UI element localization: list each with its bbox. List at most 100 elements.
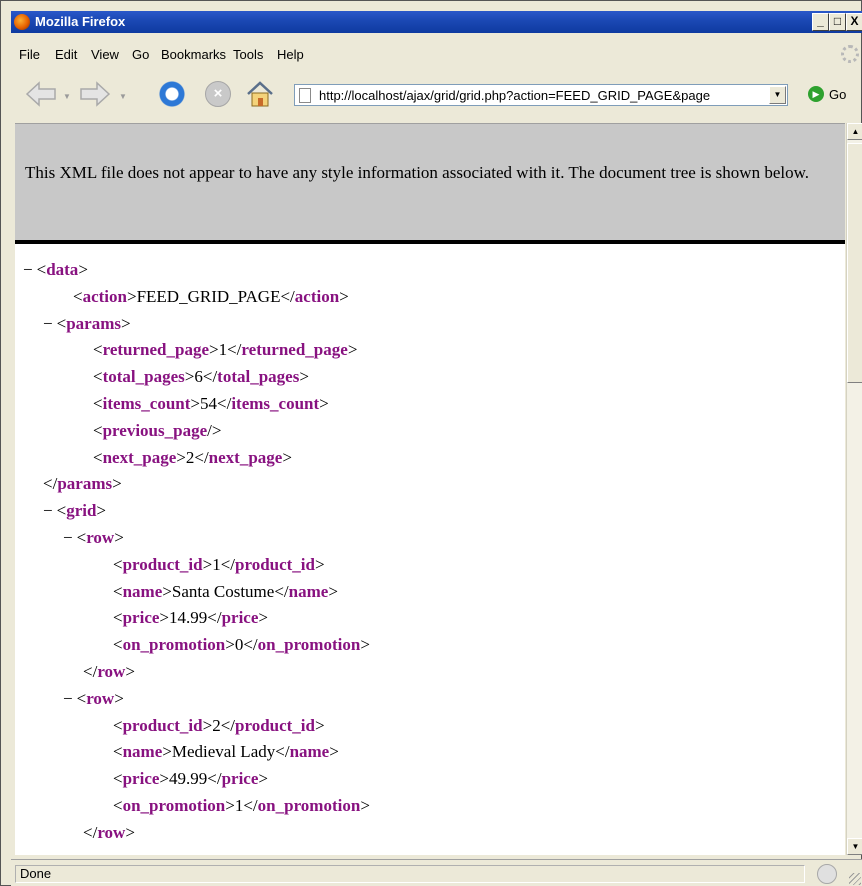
xml-line: − <params> (43, 314, 131, 334)
stop-icon[interactable]: × (205, 81, 231, 107)
scroll-down-button[interactable]: ▼ (847, 838, 862, 855)
xml-close-tag: </product_id> (220, 554, 325, 574)
scroll-up-button[interactable]: ▲ (847, 123, 862, 140)
minimize-button[interactable]: _ (812, 13, 829, 31)
xml-close-tag: </next_page> (194, 447, 292, 467)
status-text: Done (15, 865, 805, 883)
xml-line: </params> (43, 474, 122, 494)
menu-bookmarks[interactable]: Bookmarks (161, 47, 226, 62)
xml-close-tag: </on_promotion> (243, 796, 370, 815)
xml-open-tag: <action> (73, 286, 137, 306)
browser-window: Mozilla Firefox _ □ X File Edit View Go … (0, 0, 862, 886)
forward-icon[interactable] (79, 81, 111, 107)
xml-line: <items_count>54</items_count> (93, 394, 329, 414)
xml-close-tag: </items_count> (217, 394, 329, 413)
xml-line: </row> (83, 662, 135, 682)
close-button[interactable]: X (846, 13, 862, 31)
forward-dropdown-icon[interactable]: ▼ (119, 92, 127, 101)
window-title: Mozilla Firefox (35, 14, 126, 29)
xml-open-tag: </params> (43, 474, 122, 494)
page-content: This XML file does not appear to have an… (15, 123, 845, 855)
throbber-icon (841, 45, 859, 63)
menu-help[interactable]: Help (277, 47, 304, 62)
xml-open-tag: <price> (113, 769, 170, 789)
xml-close-tag: </total_pages> (202, 367, 309, 387)
home-icon[interactable] (245, 79, 275, 109)
xml-line: <action>FEED_GRID_PAGE</action> (73, 287, 349, 307)
url-dropdown-icon[interactable]: ▼ (769, 86, 786, 104)
xml-open-tag: </row> (83, 822, 135, 842)
xml-close-tag: </on_promotion> (243, 635, 370, 655)
xml-line: − <data> (23, 260, 88, 280)
xml-info-message: This XML file does not appear to have an… (25, 163, 810, 182)
collapse-toggle-icon[interactable]: − (43, 314, 53, 333)
xml-text-value: 54 (200, 394, 218, 413)
resize-grip[interactable] (849, 873, 861, 885)
xml-line: − <grid> (43, 501, 106, 521)
xml-line: − <row> (63, 528, 124, 548)
xml-open-tag: <product_id> (113, 715, 213, 735)
status-indicator-icon (817, 864, 837, 884)
xml-open-tag: <items_count> (93, 394, 201, 413)
xml-close-tag: </name> (274, 581, 338, 601)
xml-close-tag: </name> (275, 742, 339, 762)
xml-open-tag: <row> (76, 688, 124, 708)
go-icon[interactable]: ▶ (808, 86, 824, 102)
xml-line: <price>14.99</price> (113, 608, 268, 628)
xml-line: <price>49.99</price> (113, 769, 268, 789)
back-icon[interactable] (25, 81, 57, 107)
xml-text-value: 1 (212, 554, 221, 574)
menu-go[interactable]: Go (132, 47, 149, 62)
collapse-toggle-icon[interactable]: − (63, 528, 73, 547)
xml-close-tag: </product_id> (220, 715, 325, 735)
xml-text-value: 6 (194, 367, 203, 387)
xml-open-tag: <params> (56, 313, 131, 333)
xml-open-tag: <on_promotion> (113, 635, 235, 655)
maximize-button[interactable]: □ (829, 13, 846, 31)
xml-open-tag: <next_page> (93, 447, 186, 467)
menu-bar: File Edit View Go Bookmarks Tools Help (11, 43, 862, 65)
xml-line: <on_promotion>1</on_promotion> (113, 796, 370, 816)
collapse-toggle-icon[interactable]: − (43, 501, 53, 520)
xml-line: <product_id>2</product_id> (113, 716, 325, 736)
xml-close-tag: </price> (207, 608, 268, 628)
xml-line: <previous_page/> (93, 421, 221, 441)
xml-line: </row> (83, 823, 135, 843)
xml-close-tag: </action> (280, 286, 349, 306)
xml-text-value: 49.99 (169, 769, 208, 789)
scroll-thumb[interactable] (847, 143, 862, 383)
menu-view[interactable]: View (91, 47, 119, 62)
xml-open-tag: <on_promotion> (113, 796, 235, 815)
xml-open-tag: <row> (76, 528, 124, 547)
title-bar: Mozilla Firefox _ □ X (11, 11, 862, 33)
xml-text-value: 1 (218, 340, 228, 360)
menu-tools[interactable]: Tools (233, 47, 263, 62)
page-icon (299, 88, 311, 103)
back-dropdown-icon[interactable]: ▼ (63, 92, 71, 101)
xml-open-tag: <total_pages> (93, 367, 195, 387)
go-button[interactable]: Go (829, 87, 846, 102)
navigation-toolbar: ▼ ▼ × http://localhost/ajax/grid/grid.ph… (11, 71, 862, 117)
collapse-toggle-icon[interactable]: − (63, 689, 73, 708)
xml-open-tag: <previous_page/> (93, 420, 222, 440)
url-bar[interactable]: http://localhost/ajax/grid/grid.php?acti… (294, 84, 788, 106)
xml-line: <total_pages>6</total_pages> (93, 367, 309, 387)
reload-icon[interactable] (157, 79, 187, 109)
xml-open-tag: <returned_page> (93, 340, 219, 360)
xml-text-value: Santa Costume (171, 581, 275, 601)
status-bar: Done (11, 859, 862, 886)
xml-text-value: 14.99 (169, 608, 208, 628)
xml-open-tag: </row> (83, 662, 135, 681)
xml-line: <name>Santa Costume</name> (113, 582, 338, 602)
url-text[interactable]: http://localhost/ajax/grid/grid.php?acti… (319, 88, 771, 103)
xml-line: <product_id>1</product_id> (113, 555, 325, 575)
xml-close-tag: </price> (207, 769, 268, 789)
xml-text-value: 2 (212, 715, 221, 735)
menu-edit[interactable]: Edit (55, 47, 77, 62)
xml-text-value: Medieval Lady (171, 742, 276, 762)
vertical-scrollbar[interactable]: ▲ ▼ (846, 123, 862, 855)
collapse-toggle-icon[interactable]: − (23, 260, 33, 279)
menu-file[interactable]: File (19, 47, 40, 62)
xml-line: <returned_page>1</returned_page> (93, 340, 357, 360)
xml-open-tag: <product_id> (113, 554, 213, 574)
